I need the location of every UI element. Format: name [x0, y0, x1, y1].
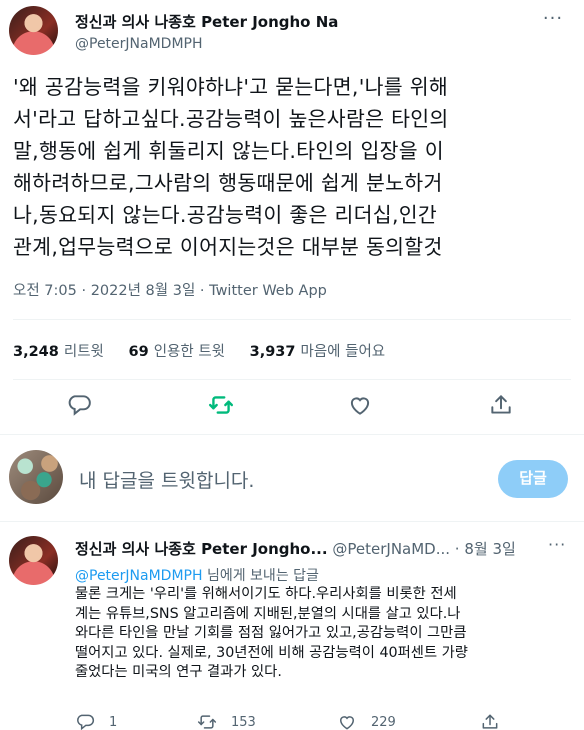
replying-to: @PeterJNaMDMPH 님에게 보내는 답글 — [75, 565, 319, 585]
reply-text-line: 떨어지고 있다. 실제로, 30년전에 비해 공감능력이 40퍼센트 가량 — [75, 644, 468, 661]
reply-tweet[interactable]: 정신과 의사 나종호 Peter Jongho... @PeterJNaMD..… — [0, 522, 584, 730]
reply-composer: 내 답글을 트윗합니다. 답글 — [0, 450, 584, 510]
retweet-count: 153 — [231, 714, 256, 730]
reply-tweet-retweet-button[interactable]: 153 — [197, 711, 256, 730]
reply-text-line: 물론 크게는 '우리'를 위해서이기도 하다.우리사회를 비롯한 전세 — [75, 586, 457, 602]
divider — [13, 379, 571, 380]
reply-text-line: 줄었다는 미국의 연구 결과가 있다. — [75, 664, 282, 680]
author-display-name[interactable]: 정신과 의사 나종호 Peter Jongho Na — [75, 11, 338, 32]
meta-separator: · — [195, 283, 210, 299]
tweet-text-line: 말,행동에 쉽게 휘둘리지 않는다.타인의 입장을 이 — [13, 139, 444, 163]
quotes-stat[interactable]: 69 인용한 트윗 — [129, 344, 226, 360]
tweet-date[interactable]: 2022년 8월 3일 — [91, 283, 196, 299]
reply-tweet-header: 정신과 의사 나종호 Peter Jongho... @PeterJNaMD..… — [75, 538, 516, 559]
like-button[interactable] — [345, 390, 375, 420]
tweet-actions — [0, 390, 584, 420]
tweet-source[interactable]: Twitter Web App — [209, 283, 327, 299]
reply-tweet-like-button[interactable]: 229 — [337, 711, 396, 730]
tweet-text-line: 해하려하므로,그사람의 행동때문에 쉽게 분노하거 — [13, 171, 443, 195]
like-icon — [339, 716, 355, 730]
reply-to-suffix: 님에게 보내는 답글 — [202, 568, 319, 584]
tweet-meta: 오전 7:05 · 2022년 8월 3일 · Twitter Web App — [13, 279, 327, 300]
tweet-time[interactable]: 오전 7:05 — [13, 283, 77, 299]
tweet-text-line: 나,동요되지 않는다.공감능력이 좋은 리더십,인간 — [13, 203, 438, 227]
retweets-label: 리트윗 — [63, 344, 104, 360]
likes-label: 마음에 들어요 — [300, 344, 386, 360]
quotes-label: 인용한 트윗 — [153, 344, 226, 360]
likes-count: 3,937 — [249, 344, 296, 360]
quotes-count: 69 — [128, 344, 149, 360]
reply-submit-button[interactable]: 답글 — [498, 460, 568, 498]
reply-separator: · — [450, 540, 465, 558]
retweets-count: 3,248 — [13, 344, 59, 360]
reply-count: 1 — [109, 714, 118, 730]
retweet-icon — [208, 396, 234, 414]
tweet-header: 정신과 의사 나종호 Peter Jongho Na @PeterJNaMDMP… — [0, 0, 584, 62]
reply-button[interactable] — [64, 390, 94, 420]
more-icon[interactable]: ··· — [541, 10, 565, 32]
meta-separator: · — [76, 283, 91, 299]
reply-text-line: 계는 유튜브,SNS 알고리즘에 지배된,분열의 시대를 살고 있다.나 — [75, 605, 461, 622]
reply-tweet-actions: 1 153 229 — [0, 711, 584, 730]
like-icon — [350, 397, 370, 415]
reply-author-handle[interactable]: @PeterJNaMD... — [332, 540, 450, 558]
divider — [13, 319, 571, 320]
author-handle[interactable]: @PeterJNaMDMPH — [75, 36, 203, 52]
retweets-stat[interactable]: 3,248 리트윗 — [13, 344, 104, 360]
share-button[interactable] — [486, 390, 516, 420]
reply-tweet-text: 물론 크게는 '우리'를 위해서이기도 하다.우리사회를 비롯한 전세계는 유튜… — [75, 585, 575, 683]
reply-tweet-share-button[interactable] — [480, 711, 514, 730]
user-avatar[interactable] — [9, 450, 63, 504]
reply-text-line: 와다른 타인을 만날 기회를 점점 잃어가고 있고,공감능력이 그만큼 — [75, 625, 467, 641]
tweet-text-line: '왜 공감능력을 키워야하냐'고 묻는다면,'나를 위해 — [13, 75, 449, 99]
retweet-icon — [197, 715, 217, 729]
tweet-stats: 3,248 리트윗 69 인용한 트윗 3,937 마음에 들어요 — [13, 340, 405, 361]
share-icon — [491, 395, 511, 414]
more-icon[interactable]: ··· — [548, 535, 566, 554]
share-icon — [482, 714, 498, 729]
tweet-text-line: 서'라고 답하고싶다.공감능력이 높은사람은 타인의 — [13, 107, 449, 131]
like-count: 229 — [371, 714, 396, 730]
reply-tweet-reply-button[interactable]: 1 — [75, 711, 117, 730]
author-avatar[interactable] — [9, 6, 58, 55]
tweet-text: '왜 공감능력을 키워야하냐'고 묻는다면,'나를 위해서'라고 답하고싶다.공… — [13, 71, 579, 263]
reply-date[interactable]: 8월 3일 — [464, 540, 515, 558]
reply-to-mention[interactable]: @PeterJNaMDMPH — [75, 568, 203, 584]
tweet-text-line: 관계,업무능력으로 이어지는것은 대부분 동의할것 — [13, 235, 443, 259]
reply-author-display-name[interactable]: 정신과 의사 나종호 Peter Jongho... — [75, 540, 328, 558]
reply-author-avatar[interactable] — [9, 536, 58, 585]
retweet-button[interactable] — [206, 390, 236, 420]
likes-stat[interactable]: 3,937 마음에 들어요 — [250, 344, 386, 360]
reply-icon — [77, 714, 95, 730]
divider — [0, 434, 584, 435]
reply-icon — [68, 395, 91, 416]
reply-input[interactable]: 내 답글을 트윗합니다. — [79, 466, 254, 493]
